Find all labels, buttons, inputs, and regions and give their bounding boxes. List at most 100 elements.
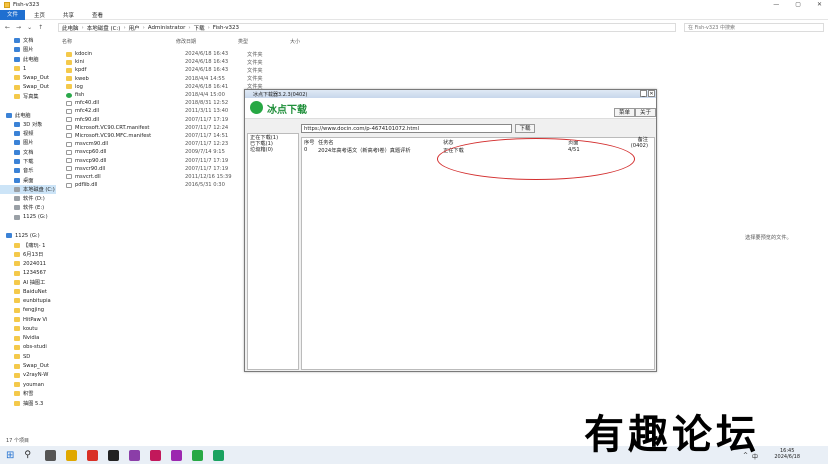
sidebar-item[interactable]: 【痛玩- 1 — [0, 241, 56, 250]
breadcrumb-item[interactable]: 下载 — [194, 24, 205, 32]
sidebar-item[interactable]: 1125 (G:) — [0, 213, 56, 222]
file-row[interactable]: kweb 2018/4/4 14:55 文件夹 — [66, 75, 263, 83]
sidebar-item[interactable]: eunbitupia — [0, 296, 56, 305]
file-row[interactable]: mfc42.dll2011/3/11 13:40应 — [66, 107, 263, 115]
file-row[interactable]: kdocin 2024/6/18 16:43 文件夹 — [66, 50, 263, 58]
menu-button[interactable]: 菜单 — [614, 108, 636, 117]
sidebar-item[interactable]: SD — [0, 352, 56, 361]
dialog-close-button[interactable]: ✕ — [648, 90, 655, 97]
file-row[interactable]: log 2024/6/18 16:41 文件夹 — [66, 83, 263, 91]
tab-file[interactable]: 文件 — [0, 9, 26, 20]
sidebar-item[interactable]: 下载 — [0, 157, 56, 166]
sidebar-item[interactable]: 此电脑 — [0, 55, 56, 64]
sidebar-item[interactable]: 写真集 — [0, 92, 56, 101]
maximize-button[interactable]: ▢ — [795, 1, 801, 8]
sidebar-item[interactable]: 桌面 — [0, 175, 56, 184]
breadcrumb-item[interactable]: Fish-v323 — [213, 25, 239, 31]
breadcrumb-separator[interactable]: › — [143, 25, 145, 31]
file-row[interactable]: msvcp60.dll2009/7/14 9:15应 — [66, 148, 263, 156]
sidebar-item[interactable]: fengjing — [0, 306, 56, 315]
file-row[interactable]: msvcm90.dll2007/11/7 12:23应 — [66, 140, 263, 148]
sidebar-item[interactable]: 视频 — [0, 129, 56, 138]
file-row[interactable]: msvcr90.dll2007/11/7 17:19应 — [66, 165, 263, 173]
file-row[interactable]: msvcp90.dll2007/11/7 17:19应 — [66, 156, 263, 164]
forward-icon[interactable]: → — [16, 24, 21, 31]
address-bar[interactable]: 此电脑 › 本地磁盘 (C:) › 用户 › Administrator › 下载 › Fish-v… — [58, 23, 676, 32]
column-size[interactable]: 大小 — [290, 38, 300, 45]
sidebar-item[interactable]: 2024011 — [0, 259, 56, 268]
file-row[interactable]: kpdf 2024/6/18 16:43 文件夹 — [66, 66, 263, 74]
app-icon[interactable] — [150, 449, 162, 461]
explorer-icon[interactable] — [66, 449, 78, 461]
file-row[interactable]: Microsoft.VC90.MFC.manifest 2007/11/7 14:… — [66, 132, 263, 140]
chrome-icon[interactable] — [87, 449, 99, 461]
file-row[interactable]: mfc90.dll2007/11/7 17:19应 — [66, 116, 263, 124]
url-input[interactable]: https://www.docin.com/p-4674101072.html — [301, 124, 512, 133]
sidebar-item[interactable]: 软件 (D:) — [0, 194, 56, 203]
column-date[interactable]: 修改日期 — [176, 38, 238, 45]
app-icon[interactable] — [171, 449, 183, 461]
back-icon[interactable]: ← — [5, 24, 10, 31]
sidebar-item[interactable]: Swap_Out — [0, 361, 56, 370]
recent-icon[interactable]: ⌄ — [27, 24, 32, 31]
breadcrumb-item[interactable]: 此电脑 — [62, 24, 79, 32]
file-row[interactable]: msvcrt.dll2011/12/16 15:39应 — [66, 173, 263, 181]
tab-share[interactable]: 共享 — [54, 11, 83, 19]
file-row[interactable]: mfc40.dll2018/8/31 12:52应 — [66, 99, 263, 107]
sidebar-item[interactable]: 3D 对象 — [0, 120, 56, 129]
sidebar-item[interactable]: Swap_Out — [0, 73, 56, 82]
tab-view[interactable]: 查看 — [83, 11, 112, 19]
task-view-icon[interactable] — [45, 449, 57, 461]
download-button[interactable]: 下载 — [515, 124, 535, 133]
about-button[interactable]: 关于 — [635, 108, 656, 117]
sidebar-item[interactable]: 音乐 — [0, 166, 56, 175]
sidebar-item[interactable]: 1125 (G:) — [0, 231, 56, 240]
column-type[interactable]: 类型 — [238, 38, 290, 45]
breadcrumb-separator[interactable]: › — [123, 25, 125, 31]
sidebar-item[interactable]: 1234567 — [0, 268, 56, 277]
sidebar-item[interactable]: youman — [0, 380, 56, 389]
sidebar-item[interactable]: 软件 (E:) — [0, 203, 56, 212]
sidebar-item[interactable]: 文档 — [0, 148, 56, 157]
column-name[interactable]: 名称 — [62, 38, 176, 45]
sidebar-item[interactable]: 此电脑 — [0, 110, 56, 119]
up-icon[interactable]: ↑ — [38, 24, 43, 31]
sidebar-item[interactable]: v2rayN-W — [0, 371, 56, 380]
file-row[interactable]: kini 2024/6/18 16:43 文件夹 — [66, 58, 263, 66]
app-icon[interactable] — [129, 449, 141, 461]
sidebar-item[interactable]: 图片 — [0, 138, 56, 147]
file-row[interactable]: pdflib.dll2016/5/31 0:30应 — [66, 181, 263, 189]
search-input[interactable]: 在 Fish-v323 中搜索 — [684, 23, 824, 32]
search-icon[interactable]: ⚲ — [24, 450, 35, 461]
sidebar-item[interactable]: HitPaw Vi — [0, 315, 56, 324]
start-icon[interactable]: ⊞ — [6, 450, 14, 461]
app-icon[interactable] — [213, 449, 225, 461]
breadcrumb-item[interactable]: 用户 — [129, 24, 140, 32]
breadcrumb-item[interactable]: Administrator — [148, 25, 186, 31]
breadcrumb-separator[interactable]: › — [208, 25, 210, 31]
sidebar-item[interactable]: Nvidia — [0, 334, 56, 343]
sidebar-item[interactable]: koutu — [0, 324, 56, 333]
sidebar-item[interactable]: 6月13日 — [0, 250, 56, 259]
sidebar-item[interactable]: BaiduNet — [0, 287, 56, 296]
dialog-minimize-button[interactable]: _ — [640, 90, 647, 97]
close-button[interactable]: ✕ — [817, 1, 822, 8]
capcut-icon[interactable] — [108, 449, 120, 461]
clock[interactable]: 16:45 2024/6/18 — [774, 448, 800, 460]
sidebar-item[interactable]: obs-studi — [0, 343, 56, 352]
file-row[interactable]: Microsoft.VC90.CRT.manifest 2007/11/7 12:… — [66, 124, 263, 132]
file-row[interactable]: fish2018/4/4 15:00应 — [66, 91, 263, 99]
sidebar-item[interactable]: 1 — [0, 64, 56, 73]
sidebar-item[interactable]: 图片 — [0, 45, 56, 54]
minimize-button[interactable]: — — [773, 1, 779, 8]
sidebar-item[interactable]: 文档 — [0, 36, 56, 45]
category-trash[interactable]: 垃圾箱(0) — [250, 147, 296, 153]
breadcrumb-item[interactable]: 本地磁盘 (C:) — [87, 24, 121, 32]
breadcrumb-separator[interactable]: › — [188, 25, 190, 31]
sidebar-item[interactable]: 积雪 — [0, 389, 56, 398]
breadcrumb-separator[interactable]: › — [82, 25, 84, 31]
sidebar-item[interactable]: 抽图 5.3 — [0, 399, 56, 408]
sidebar-item[interactable]: AI 抽图工 — [0, 278, 56, 287]
bingdian-icon[interactable] — [192, 449, 204, 461]
sidebar-item[interactable]: Swap_Out — [0, 82, 56, 91]
